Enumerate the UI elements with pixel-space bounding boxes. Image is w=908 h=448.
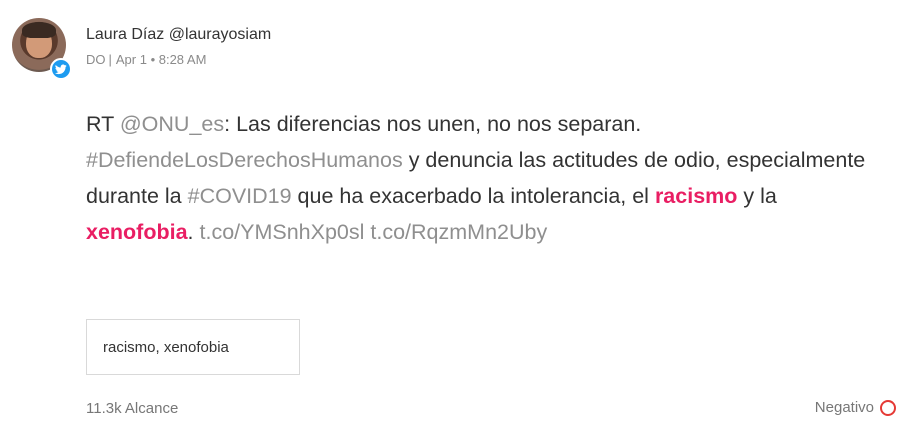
highlighted-keyword: xenofobia — [86, 220, 188, 244]
tweet-link[interactable]: #DefiendeLosDerechosHumanos — [86, 148, 403, 172]
mention-card: Laura Díaz @laurayosiam DO | Apr 1 • 8:28 … — [0, 0, 908, 448]
tweet-text-segment: y la — [737, 184, 777, 208]
tweet-text-segment: : Las diferencias nos unen, no nos separ… — [224, 112, 642, 136]
timestamp[interactable]: Apr 1 • 8:28 AM — [116, 52, 207, 67]
keywords-box: racismo, xenofobia — [86, 319, 300, 375]
tweet-link[interactable]: t.co/YMSnhXp0sl — [200, 220, 365, 244]
tweet-link[interactable]: #COVID19 — [188, 184, 292, 208]
reach-stat: 11.3k Alcance — [86, 400, 179, 417]
source-code: DO — [86, 52, 106, 67]
negative-circle-icon[interactable] — [880, 399, 896, 416]
sentiment-label: Negativo — [814, 399, 874, 416]
author-name[interactable]: Laura Díaz @laurayosiam — [86, 26, 271, 44]
tweet-text-segment: . — [187, 220, 200, 244]
post-meta: DO | Apr 1 • 8:28 AM — [86, 52, 206, 67]
avatar-container — [12, 18, 72, 80]
tweet-text: RT @ONU_es: Las diferencias nos unen, no… — [86, 106, 886, 250]
tweet-text-segment: RT — [86, 112, 120, 136]
keywords-label: racismo, xenofobia — [103, 338, 229, 356]
sentiment-indicator[interactable]: Negativo — [815, 399, 896, 416]
tweet-link[interactable]: t.co/RqzmMn2Uby — [370, 220, 547, 244]
tweet-link[interactable]: @ONU_es — [120, 112, 224, 136]
tweet-text-segment: que ha exacerbado la intolerancia, el — [291, 184, 655, 208]
twitter-icon — [50, 58, 72, 80]
highlighted-keyword: racismo — [654, 184, 738, 208]
meta-separator: | — [108, 52, 112, 67]
